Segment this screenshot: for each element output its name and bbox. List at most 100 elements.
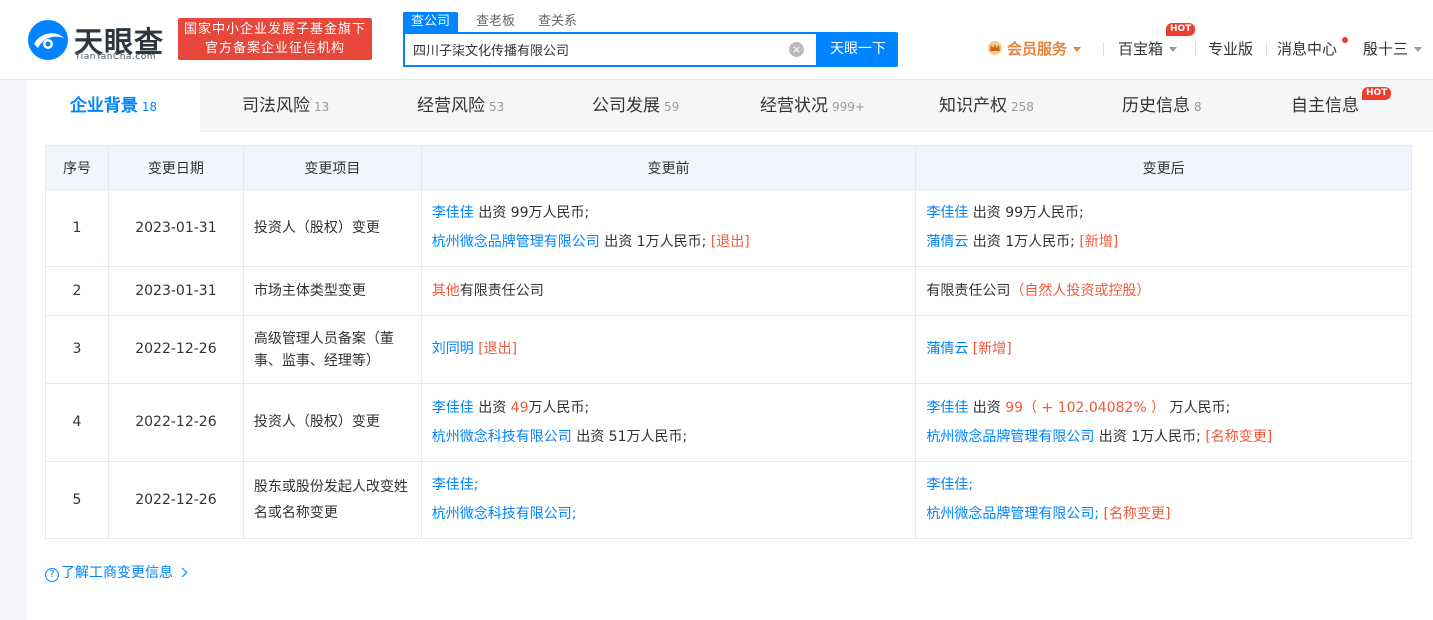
row-no: 1 [45, 189, 109, 267]
search-tab-boss[interactable]: 查老板 [476, 12, 515, 32]
row-before: 其他有限责任公司 [420, 266, 917, 316]
row-item: 投资人（股权）变更 [242, 383, 422, 462]
company-link[interactable]: 杭州微念品牌管理有限公司 [432, 234, 600, 250]
logo[interactable]: 天眼查 TianYanCha.com [26, 18, 168, 64]
person-link[interactable]: 蒲倩云 [926, 234, 968, 250]
header-item: 变更项目 [242, 145, 422, 190]
search-box: × [403, 32, 818, 67]
header-before: 变更前 [420, 145, 917, 190]
company-link[interactable]: 杭州微念科技有限公司; [432, 506, 577, 522]
pro-version-link[interactable]: 专业版 [1208, 38, 1253, 60]
tab-business-status[interactable]: 经营状况 999+ [760, 80, 865, 132]
highlight-text: 其他 [431, 282, 460, 299]
company-link[interactable]: 杭州微念品牌管理有限公司; [926, 506, 1099, 522]
change-records-table: 序号 变更日期 变更项目 变更前 变更后 1 2023-01-31 投资人（股权… [45, 145, 1412, 539]
tab-label: 经营状况 [760, 96, 828, 116]
detail-text: 有限责任公司 [926, 282, 1011, 299]
row-date: 2023-01-31 [107, 189, 244, 267]
person-link[interactable]: 刘同明 [432, 341, 474, 357]
vip-service-menu[interactable]: 会员服务 [987, 38, 1082, 60]
top-header: 天眼查 TianYanCha.com 国家中小企业发展子基金旗下 官方备案企业征… [0, 0, 1433, 80]
table-row: 3 2022-12-26 高级管理人员备案（董事、监事、经理等） 刘同明 [退出… [45, 315, 1412, 384]
logo-domain: TianYanCha.com [75, 52, 157, 62]
tab-label: 公司发展 [592, 96, 660, 116]
row-item: 市场主体类型变更 [242, 266, 422, 316]
row-after: 蒲倩云 [新增] [915, 315, 1412, 384]
tab-count: 999+ [832, 100, 865, 114]
message-center-link[interactable]: 消息中心 [1277, 38, 1337, 60]
row-date: 2022-12-26 [107, 315, 244, 384]
official-badge: 国家中小企业发展子基金旗下 官方备案企业征信机构 [178, 18, 372, 60]
tab-intellectual-property[interactable]: 知识产权 258 [939, 80, 1034, 132]
company-link[interactable]: 杭州微念科技有限公司 [432, 429, 572, 445]
chevron-down-icon [1169, 47, 1178, 52]
row-item: 投资人（股权）变更 [242, 189, 422, 267]
person-link[interactable]: 李佳佳; [432, 477, 479, 493]
section-tabs: 企业背景 18 司法风险 13 经营风险 53 公司发展 59 经营状况 999+ 知识产… [27, 80, 1433, 132]
search-input[interactable] [413, 34, 783, 65]
divider [1195, 42, 1196, 56]
row-after: 李佳佳 出资 99（ + 102.04082% ） 万人民币; 杭州微念品牌管理… [915, 383, 1412, 462]
tab-judicial-risk[interactable]: 司法风险 13 [242, 80, 329, 132]
tab-count: 18 [141, 100, 158, 114]
row-before: 刘同明 [退出] [420, 315, 917, 384]
detail-text: 出资 51万人民币; [571, 428, 688, 445]
company-link[interactable]: 杭州微念品牌管理有限公司 [926, 429, 1094, 445]
detail-text: 出资 1万人民币; [968, 234, 1080, 250]
vip-service-label: 会员服务 [1007, 40, 1068, 58]
detail-text: 出资 [473, 399, 511, 416]
person-link[interactable]: 蒲倩云 [926, 341, 968, 357]
badge-line-2: 官方备案企业征信机构 [204, 41, 345, 56]
detail-text: 出资 99万人民币; [473, 205, 590, 221]
help-link[interactable]: ? 了解工商变更信息 [45, 562, 188, 582]
hot-badge: HOT [1166, 23, 1196, 36]
tab-label: 历史信息 [1122, 96, 1190, 116]
row-date: 2022-12-26 [107, 383, 244, 462]
detail-text: 有限责任公司 [459, 282, 544, 299]
search-button[interactable]: 天眼一下 [818, 32, 898, 67]
toolbox-menu[interactable]: 百宝箱 [1118, 38, 1178, 60]
tab-count: 13 [314, 100, 330, 114]
tianyancha-logo-icon [28, 20, 68, 60]
chevron-down-icon [1073, 47, 1082, 52]
detail-text: 出资 1万人民币; [1094, 428, 1206, 445]
status-tag: [名称变更] [1103, 506, 1171, 522]
clear-icon[interactable]: × [789, 42, 804, 57]
row-no: 5 [45, 461, 109, 539]
status-tag: [名称变更] [1205, 428, 1273, 445]
divider [1266, 42, 1267, 56]
status-tag: [退出] [710, 234, 750, 250]
person-link[interactable]: 李佳佳 [432, 205, 474, 221]
person-link[interactable]: 李佳佳 [926, 400, 968, 416]
question-icon: ? [45, 568, 59, 582]
tab-count: 53 [489, 100, 505, 114]
row-before: 李佳佳 出资 99万人民币; 杭州微念品牌管理有限公司 出资 1万人民币; [退… [420, 189, 917, 267]
user-menu[interactable]: 殷十三 [1363, 38, 1423, 60]
tab-history-info[interactable]: 历史信息 8 [1122, 80, 1202, 132]
search-tab-relation[interactable]: 查关系 [538, 12, 577, 32]
person-link[interactable]: 李佳佳 [432, 400, 474, 416]
tab-business-risk[interactable]: 经营风险 53 [417, 80, 504, 132]
table-row: 4 2022-12-26 投资人（股权）变更 李佳佳 出资 49万人民币; 杭州… [45, 383, 1412, 462]
status-tag: [新增] [972, 341, 1012, 357]
row-after: 李佳佳 出资 99万人民币; 蒲倩云 出资 1万人民币; [新增] [915, 189, 1412, 267]
tab-label: 企业背景 [69, 96, 138, 116]
row-after: 有限责任公司（自然人投资或控股） [915, 266, 1412, 316]
header-no: 序号 [45, 145, 109, 190]
crown-icon [988, 41, 1002, 55]
row-no: 3 [45, 315, 109, 384]
highlight-text: （自然人投资或控股） [1010, 282, 1151, 299]
hot-badge: HOT [1362, 87, 1392, 100]
row-item: 股东或股份发起人改变姓名或名称变更 [242, 461, 422, 539]
row-after: 李佳佳; 杭州微念品牌管理有限公司; [名称变更] [915, 461, 1412, 539]
search-tab-company[interactable]: 查公司 [403, 12, 459, 32]
tab-enterprise-background[interactable]: 企业背景 18 [27, 80, 200, 132]
header-after: 变更后 [915, 145, 1412, 190]
person-link[interactable]: 李佳佳; [926, 477, 973, 493]
tab-company-development[interactable]: 公司发展 59 [592, 80, 679, 132]
tab-label: 知识产权 [939, 96, 1007, 116]
table-row: 5 2022-12-26 股东或股份发起人改变姓名或名称变更 李佳佳; 杭州微念… [45, 461, 1412, 539]
tab-self-info[interactable]: 自主信息 [1291, 80, 1359, 132]
badge-line-1: 国家中小企业发展子基金旗下 [183, 22, 366, 37]
person-link[interactable]: 李佳佳 [926, 205, 968, 221]
